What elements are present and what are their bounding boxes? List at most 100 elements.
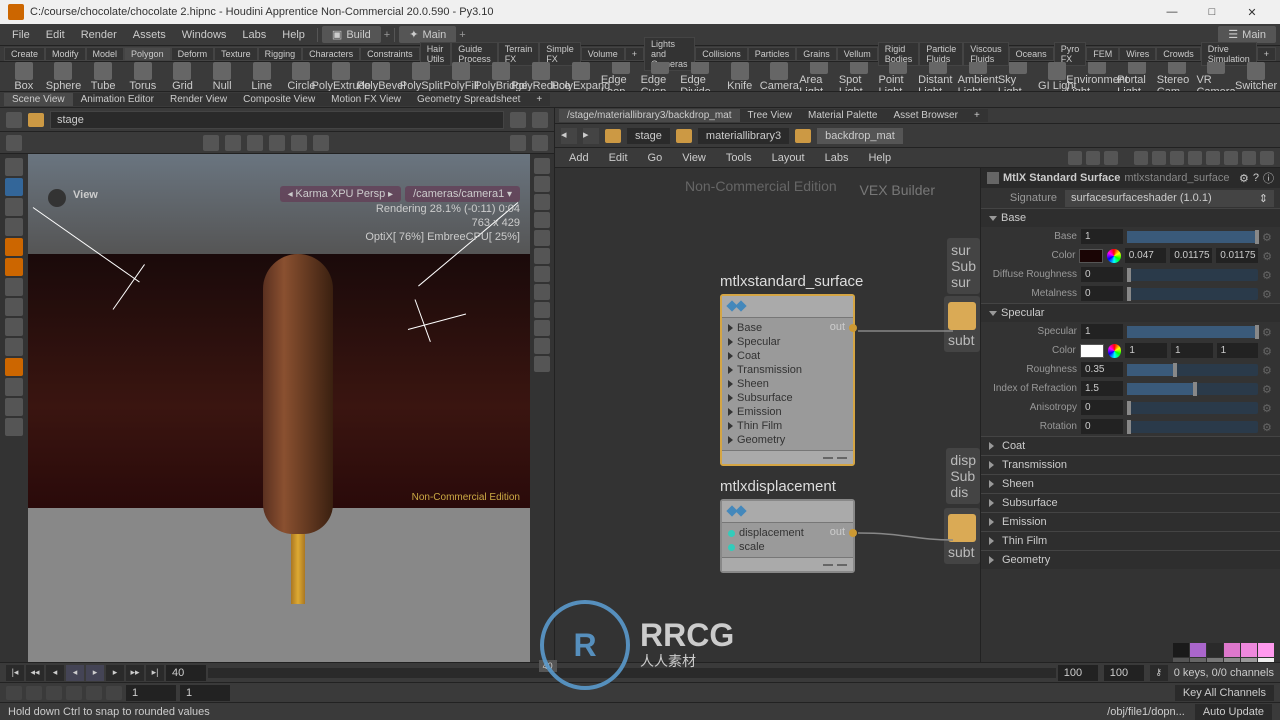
shelf-tab[interactable]: Wires xyxy=(1119,47,1156,61)
net-menu-item[interactable]: Go xyxy=(640,152,671,164)
inspect-tool-icon[interactable] xyxy=(5,398,23,416)
shelf-tool[interactable]: Spot Light xyxy=(839,62,879,92)
menu-windows[interactable]: Windows xyxy=(174,29,235,41)
gear-icon[interactable]: ⚙ xyxy=(1262,250,1274,262)
vp-tool-icon[interactable] xyxy=(6,135,22,151)
color-swatch[interactable] xyxy=(1079,249,1103,263)
radial-selector[interactable]: ✦Main xyxy=(399,26,456,43)
node-input[interactable]: scale xyxy=(728,540,847,554)
vp-tool-icon[interactable] xyxy=(532,135,548,151)
pane-tab[interactable]: Composite View xyxy=(235,93,323,106)
pathbar-tool-icon[interactable] xyxy=(510,112,526,128)
last-frame-button[interactable]: ▸| xyxy=(146,665,164,681)
shelf-tab[interactable]: + xyxy=(1257,47,1276,61)
right-tab[interactable]: /stage/materiallibrary3/backdrop_mat xyxy=(559,109,740,122)
node-input[interactable]: Base xyxy=(728,321,807,335)
shelf-tab[interactable]: Modify xyxy=(45,47,86,61)
next-key-button[interactable]: ▸▸ xyxy=(126,665,144,681)
move-tool-icon[interactable] xyxy=(5,198,23,216)
info-icon[interactable]: ⓘ xyxy=(1263,170,1274,186)
parm-group[interactable]: Emission xyxy=(981,513,1280,531)
help-icon[interactable]: ? xyxy=(1253,172,1259,184)
radial-add[interactable]: + xyxy=(459,29,465,41)
constr-tool-icon[interactable] xyxy=(5,298,23,316)
pane-tab[interactable]: Scene View xyxy=(4,93,73,106)
shelf-tool[interactable]: Grid xyxy=(163,62,203,92)
scolor-g[interactable]: 1 xyxy=(1171,343,1213,358)
desktop-add[interactable]: + xyxy=(384,29,390,41)
menu-help[interactable]: Help xyxy=(274,29,313,41)
group-specular[interactable]: Specular xyxy=(981,304,1280,322)
shelf-tab[interactable]: Crowds xyxy=(1156,47,1201,61)
shelf-tab[interactable]: Model xyxy=(86,47,125,61)
gear-icon[interactable]: ⚙ xyxy=(1262,345,1274,357)
menu-edit[interactable]: Edit xyxy=(38,29,73,41)
nav-back-icon[interactable] xyxy=(6,112,22,128)
ior-value[interactable]: 1.5 xyxy=(1081,381,1123,396)
rough-value[interactable]: 0.35 xyxy=(1081,362,1123,377)
vp-tool-icon[interactable] xyxy=(247,135,263,151)
brush-tool-icon[interactable] xyxy=(5,338,23,356)
vp-tool-icon[interactable] xyxy=(203,135,219,151)
spec-value[interactable]: 1 xyxy=(1081,324,1123,339)
renderer-chip[interactable]: ◂ Karma XPU Persp ▸ xyxy=(280,186,402,202)
right-tab[interactable]: Tree View xyxy=(740,109,800,122)
net-tool-icon[interactable] xyxy=(1086,151,1100,165)
color-swatch[interactable] xyxy=(1080,344,1104,358)
parm-group[interactable]: Transmission xyxy=(981,456,1280,474)
geo-tool-icon[interactable] xyxy=(5,318,23,336)
crumb-stage[interactable]: stage xyxy=(627,128,670,144)
signature-dropdown[interactable]: surfacesurfaceshader (1.0.1)⇕ xyxy=(1065,190,1274,207)
disp-tool-icon[interactable] xyxy=(534,338,550,354)
shelf-tool[interactable]: Area Light xyxy=(799,62,839,92)
lock-icon[interactable] xyxy=(5,178,23,196)
disp-tool-icon[interactable] xyxy=(534,302,550,318)
net-menu-item[interactable]: Add xyxy=(561,152,597,164)
shelf-tab[interactable]: Create xyxy=(4,47,45,61)
pb-icon[interactable] xyxy=(86,686,102,700)
drough-value[interactable]: 0 xyxy=(1081,267,1123,282)
shelf-tool[interactable]: PolyBevel xyxy=(361,62,401,92)
start-frame[interactable]: 1 xyxy=(126,685,176,701)
shelf-tool[interactable]: Edge Cusp xyxy=(641,62,681,92)
shelf-tab[interactable]: Volume xyxy=(581,47,625,61)
color-wheel-icon[interactable] xyxy=(1107,249,1121,263)
net-tool-icon[interactable] xyxy=(1224,151,1238,165)
shelf-tool[interactable]: Ambient Light xyxy=(958,62,998,92)
maximize-button[interactable]: □ xyxy=(1192,0,1232,24)
net-tool-icon[interactable] xyxy=(1260,151,1274,165)
node-input[interactable]: Sheen xyxy=(728,377,847,391)
net-menu-item[interactable]: Tools xyxy=(718,152,760,164)
disp-tool-icon[interactable] xyxy=(534,248,550,264)
key-all-button[interactable]: Key All Channels xyxy=(1175,685,1274,701)
desktop-selector[interactable]: ▣Build xyxy=(322,26,381,43)
scale-tool-icon[interactable] xyxy=(5,238,23,256)
gear-icon[interactable]: ⚙ xyxy=(1262,231,1274,243)
shelf-tool[interactable]: PolyExpand xyxy=(561,62,601,92)
net-tool-icon[interactable] xyxy=(1170,151,1184,165)
gear-icon[interactable]: ⚙ xyxy=(1262,288,1274,300)
range-end2[interactable]: 100 xyxy=(1104,665,1144,681)
node-input[interactable]: Thin Film xyxy=(728,419,847,433)
shelf-tool[interactable]: Point Light xyxy=(879,62,919,92)
parm-group[interactable]: Thin Film xyxy=(981,532,1280,550)
net-menu-item[interactable]: Edit xyxy=(601,152,636,164)
folder-icon[interactable] xyxy=(605,129,621,143)
net-menu-item[interactable]: Help xyxy=(860,152,899,164)
shelf-tool[interactable]: VR Camera xyxy=(1196,62,1236,92)
net-tool-icon[interactable] xyxy=(1152,151,1166,165)
node-input[interactable]: Geometry xyxy=(728,433,847,447)
rough-slider[interactable] xyxy=(1127,364,1258,376)
net-menu-item[interactable]: Layout xyxy=(764,152,813,164)
shelf-tool[interactable]: Edge Divide xyxy=(680,62,720,92)
shelf-tool[interactable]: Sphere xyxy=(44,62,84,92)
pane-tab[interactable]: Animation Editor xyxy=(73,93,162,106)
prev-frame-button[interactable]: ◂ xyxy=(46,665,64,681)
base-value[interactable]: 1 xyxy=(1081,229,1123,244)
disp-tool-icon[interactable] xyxy=(534,194,550,210)
shelf-tool[interactable]: Torus xyxy=(123,62,163,92)
status-path[interactable]: /obj/file1/dopn... xyxy=(1107,706,1185,718)
right-tab[interactable]: + xyxy=(966,109,988,122)
surface-node[interactable]: out BaseSpecularCoatTransmissionSheenSub… xyxy=(720,294,855,466)
base-slider[interactable] xyxy=(1127,231,1258,243)
